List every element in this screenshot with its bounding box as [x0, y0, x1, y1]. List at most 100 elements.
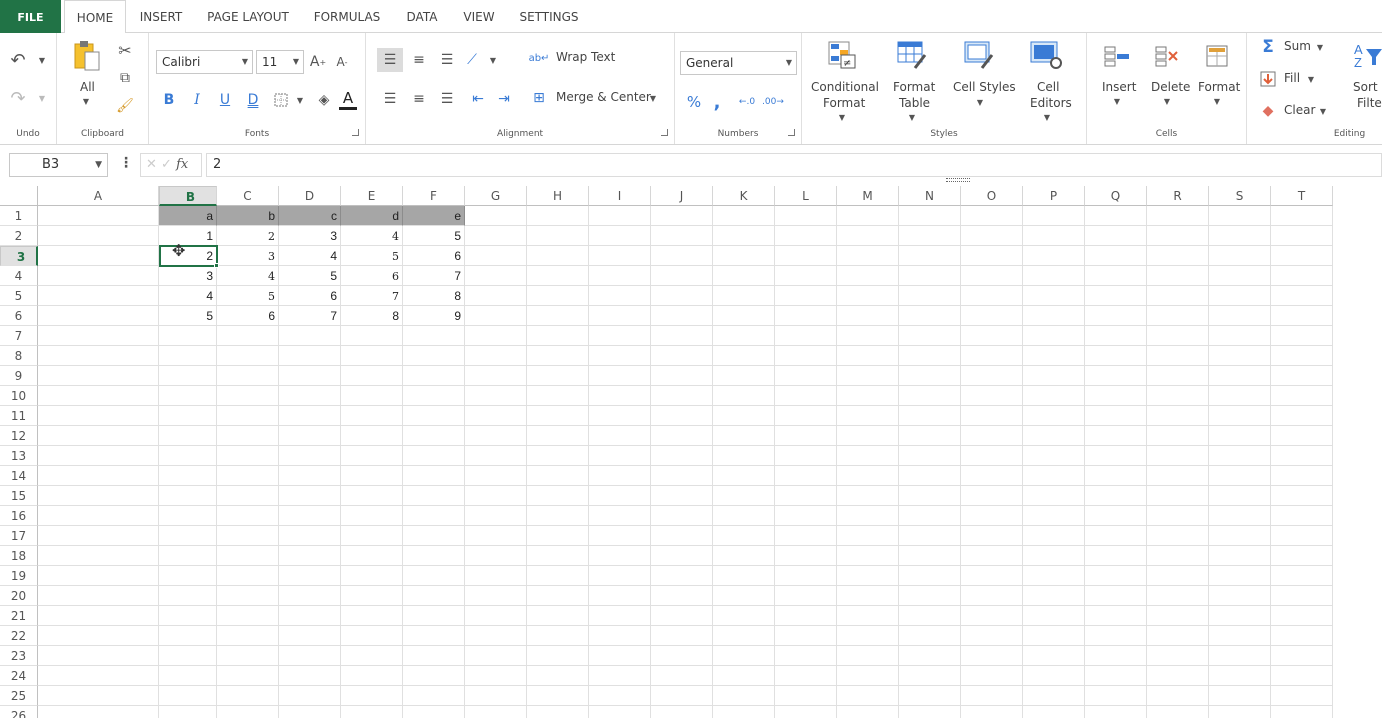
cell-t9[interactable] — [1271, 366, 1333, 386]
cell-l1[interactable] — [775, 206, 837, 226]
cut-icon[interactable]: ✂ — [115, 40, 135, 60]
cell-a12[interactable] — [38, 426, 159, 446]
cell-h24[interactable] — [527, 666, 589, 686]
cell-o23[interactable] — [961, 646, 1023, 666]
name-box[interactable]: B3 ▼ — [9, 153, 108, 177]
increase-indent-icon[interactable]: ⇥ — [492, 87, 516, 111]
cell-o10[interactable] — [961, 386, 1023, 406]
cell-o13[interactable] — [961, 446, 1023, 466]
cell-k22[interactable] — [713, 626, 775, 646]
cell-n26[interactable] — [899, 706, 961, 718]
cell-q26[interactable] — [1085, 706, 1147, 718]
cell-a8[interactable] — [38, 346, 159, 366]
cell-d22[interactable] — [279, 626, 341, 646]
cell-b11[interactable] — [159, 406, 217, 426]
cell-f24[interactable] — [403, 666, 465, 686]
cell-t6[interactable] — [1271, 306, 1333, 326]
sum-button[interactable]: Sum — [1284, 39, 1311, 53]
increase-decimal-icon[interactable]: ←.0 — [735, 91, 759, 113]
select-all-corner[interactable] — [0, 186, 38, 206]
cell-p8[interactable] — [1023, 346, 1085, 366]
cell-b7[interactable] — [159, 326, 217, 346]
cell-q20[interactable] — [1085, 586, 1147, 606]
cell-q7[interactable] — [1085, 326, 1147, 346]
cell-e1[interactable]: d — [341, 206, 403, 226]
align-right-icon[interactable]: ☰ — [434, 87, 460, 111]
cell-h6[interactable] — [527, 306, 589, 326]
cell-t20[interactable] — [1271, 586, 1333, 606]
cell-r1[interactable] — [1147, 206, 1209, 226]
cell-o24[interactable] — [961, 666, 1023, 686]
cancel-icon[interactable]: ✕ — [146, 157, 157, 172]
cell-e21[interactable] — [341, 606, 403, 626]
cell-t10[interactable] — [1271, 386, 1333, 406]
cell-n21[interactable] — [899, 606, 961, 626]
cell-k6[interactable] — [713, 306, 775, 326]
cell-e22[interactable] — [341, 626, 403, 646]
cell-l10[interactable] — [775, 386, 837, 406]
cell-j8[interactable] — [651, 346, 713, 366]
cell-s22[interactable] — [1209, 626, 1271, 646]
cell-d12[interactable] — [279, 426, 341, 446]
cell-h13[interactable] — [527, 446, 589, 466]
row-header-2[interactable]: 2 — [0, 226, 38, 246]
cell-j11[interactable] — [651, 406, 713, 426]
cell-m24[interactable] — [837, 666, 899, 686]
cell-e3[interactable]: 5 — [341, 246, 403, 266]
cell-f18[interactable] — [403, 546, 465, 566]
cell-i8[interactable] — [589, 346, 651, 366]
cell-i5[interactable] — [589, 286, 651, 306]
cell-r12[interactable] — [1147, 426, 1209, 446]
align-bottom-icon[interactable]: ☰ — [434, 48, 460, 72]
cell-i12[interactable] — [589, 426, 651, 446]
cell-b10[interactable] — [159, 386, 217, 406]
cell-p14[interactable] — [1023, 466, 1085, 486]
borders-dropdown-icon[interactable]: ▼ — [295, 93, 305, 107]
cell-f17[interactable] — [403, 526, 465, 546]
cell-t5[interactable] — [1271, 286, 1333, 306]
cell-e18[interactable] — [341, 546, 403, 566]
cell-m10[interactable] — [837, 386, 899, 406]
cell-b26[interactable] — [159, 706, 217, 718]
cell-r19[interactable] — [1147, 566, 1209, 586]
cell-f3[interactable]: 6 — [403, 246, 465, 266]
cell-o22[interactable] — [961, 626, 1023, 646]
cell-l13[interactable] — [775, 446, 837, 466]
cell-j20[interactable] — [651, 586, 713, 606]
cell-p1[interactable] — [1023, 206, 1085, 226]
percent-icon[interactable]: % — [683, 91, 705, 113]
cell-j22[interactable] — [651, 626, 713, 646]
cell-e8[interactable] — [341, 346, 403, 366]
cell-g14[interactable] — [465, 466, 527, 486]
cell-a20[interactable] — [38, 586, 159, 606]
cell-k12[interactable] — [713, 426, 775, 446]
cell-r3[interactable] — [1147, 246, 1209, 266]
cell-d19[interactable] — [279, 566, 341, 586]
cell-a2[interactable] — [38, 226, 159, 246]
cell-h8[interactable] — [527, 346, 589, 366]
cell-p23[interactable] — [1023, 646, 1085, 666]
cell-d2[interactable]: 3 — [279, 226, 341, 246]
cell-l4[interactable] — [775, 266, 837, 286]
cell-n6[interactable] — [899, 306, 961, 326]
row-header-10[interactable]: 10 — [0, 386, 38, 406]
cell-k14[interactable] — [713, 466, 775, 486]
cell-e20[interactable] — [341, 586, 403, 606]
cell-o20[interactable] — [961, 586, 1023, 606]
cell-i25[interactable] — [589, 686, 651, 706]
cell-a19[interactable] — [38, 566, 159, 586]
cell-c20[interactable] — [217, 586, 279, 606]
cell-l22[interactable] — [775, 626, 837, 646]
cell-q10[interactable] — [1085, 386, 1147, 406]
cell-o9[interactable] — [961, 366, 1023, 386]
cell-g10[interactable] — [465, 386, 527, 406]
cell-p21[interactable] — [1023, 606, 1085, 626]
cell-q19[interactable] — [1085, 566, 1147, 586]
cell-g6[interactable] — [465, 306, 527, 326]
cell-q5[interactable] — [1085, 286, 1147, 306]
cell-c7[interactable] — [217, 326, 279, 346]
row-header-23[interactable]: 23 — [0, 646, 38, 666]
row-header-5[interactable]: 5 — [0, 286, 38, 306]
cell-l20[interactable] — [775, 586, 837, 606]
cell-g7[interactable] — [465, 326, 527, 346]
